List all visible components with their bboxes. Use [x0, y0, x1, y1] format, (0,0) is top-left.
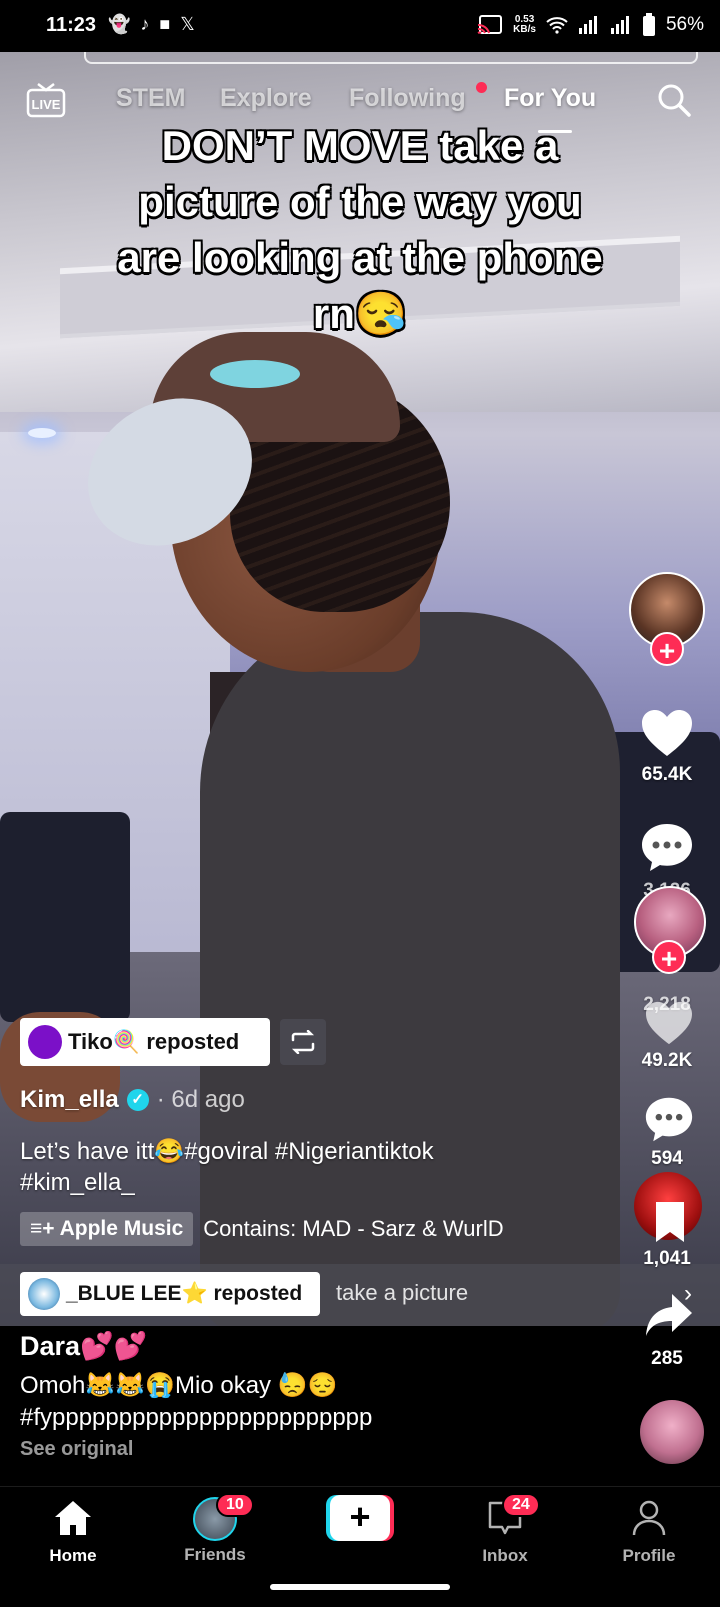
- like-button[interactable]: [640, 708, 694, 762]
- tab-following[interactable]: Following: [349, 84, 466, 113]
- nav-profile-label: Profile: [622, 1546, 676, 1565]
- author-handle[interactable]: Kim_ella: [20, 1086, 119, 1114]
- author-row: Kim_ella ✓ · 6d ago: [20, 1086, 245, 1114]
- status-time: 11:23: [46, 14, 97, 36]
- reposter-label: Tiko🍭 reposted: [68, 1029, 240, 1054]
- music-row[interactable]: ≡+ Apple Music Contains: MAD - Sarz & Wu…: [20, 1212, 504, 1246]
- nav-inbox[interactable]: Inbox 24: [450, 1493, 560, 1566]
- nav-friends[interactable]: Friends 10: [160, 1493, 270, 1565]
- status-bar: 11:23 👻 ♪ ■ 𝕏 0.53 KB/s 56%: [0, 0, 720, 52]
- chevron-right-icon[interactable]: ›: [684, 1280, 692, 1308]
- apple-music-pill[interactable]: ≡+ Apple Music: [20, 1212, 194, 1246]
- tab-for-you[interactable]: For You: [504, 84, 596, 113]
- follow-button[interactable]: +: [650, 632, 684, 666]
- cast-icon: [477, 15, 503, 34]
- battery-percent: 56%: [665, 14, 704, 35]
- next-video-avatar[interactable]: [640, 1400, 704, 1464]
- description-line-2: #kim_ella_: [20, 1169, 135, 1196]
- live-button[interactable]: LIVE: [26, 82, 66, 118]
- search-button[interactable]: [656, 82, 692, 118]
- battery-icon: [642, 13, 655, 36]
- save-button[interactable]: [652, 1200, 706, 1254]
- video-ceiling-light: [28, 428, 56, 438]
- next-reposter-avatar: [28, 1278, 60, 1310]
- heart-icon: [646, 1001, 692, 1045]
- reposter-avatar: [28, 1025, 62, 1059]
- tiktok-icon: ♪: [140, 14, 150, 34]
- signal-icon-2: [610, 16, 629, 34]
- like-count-next: 49.2K: [641, 1050, 693, 1071]
- like-count: 65.4K: [641, 764, 693, 785]
- bookmark-icon: [656, 1202, 684, 1242]
- snapchat-icon: 👻: [108, 14, 131, 34]
- like-button-next[interactable]: [644, 1000, 698, 1054]
- repost-button[interactable]: [280, 1019, 326, 1065]
- nav-friends-label: Friends: [184, 1545, 246, 1564]
- next-repost-badge[interactable]: _BLUE LEE⭐ reposted: [20, 1272, 320, 1316]
- video-overlay-caption: DON’T MOVE take a picture of the way you…: [60, 118, 660, 342]
- next-post-body-line-2: #fypppppppppppppppppppppppp: [20, 1404, 373, 1431]
- verified-icon: ✓: [126, 1089, 149, 1111]
- next-follow-button[interactable]: +: [652, 940, 686, 974]
- next-reposter-label: _BLUE LEE⭐ reposted: [66, 1282, 303, 1305]
- net-speed: 0.53 KB/s: [513, 15, 536, 35]
- overlay-line-3: are looking at the phone: [117, 234, 603, 281]
- post-description[interactable]: Let’s have itt😂#goviral #Nigeriantiktok …: [20, 1136, 620, 1198]
- save-count-next: 1,041: [643, 1248, 691, 1269]
- search-icon: [658, 84, 691, 117]
- next-post-caption[interactable]: Dara💕💕 Omoh😹😹😭Mio okay 😓😔 #fyppppppppppp…: [20, 1330, 620, 1461]
- playlist-add-icon: ≡+: [30, 1217, 55, 1240]
- plus-icon: +: [330, 1495, 390, 1541]
- comment-button-next[interactable]: [644, 1094, 698, 1148]
- nav-profile[interactable]: Profile: [594, 1499, 704, 1566]
- create-button[interactable]: +: [326, 1495, 394, 1541]
- active-tab-indicator: [538, 130, 572, 133]
- overlay-line-4: rn😪: [312, 290, 408, 337]
- overlay-line-1: DON’T MOVE take a: [161, 122, 559, 169]
- inbox-badge: 24: [502, 1493, 540, 1517]
- music-app-label: Apple Music: [59, 1217, 184, 1240]
- net-speed-unit: KB/s: [513, 24, 536, 35]
- following-new-dot: [476, 82, 487, 93]
- x-icon: 𝕏: [180, 14, 195, 34]
- profile-icon: [632, 1500, 666, 1536]
- next-post-body-line-1: Omoh😹😹😭Mio okay 😓😔: [20, 1372, 338, 1399]
- status-right: 0.53 KB/s 56%: [477, 13, 704, 37]
- home-icon: [55, 1501, 91, 1535]
- share-count: 285: [651, 1348, 683, 1369]
- wifi-icon: [546, 17, 568, 34]
- music-track: Contains: MAD - Sarz & WurlD: [203, 1216, 504, 1241]
- friends-badge: 10: [216, 1493, 254, 1517]
- video-cap-logo: [210, 360, 300, 388]
- pull-down-search-bar[interactable]: [84, 52, 698, 64]
- post-time: · 6d ago: [156, 1086, 245, 1113]
- video-couch-left: [0, 812, 130, 1022]
- nav-home-label: Home: [49, 1546, 97, 1565]
- comment-icon: [645, 1097, 693, 1142]
- notification-icons: 👻 ♪ ■ 𝕏: [108, 14, 195, 35]
- repost-badge[interactable]: Tiko🍭 reposted: [20, 1018, 270, 1066]
- tab-explore[interactable]: Explore: [220, 84, 312, 113]
- overlay-line-2: picture of the way you: [138, 178, 582, 225]
- comment-icon: [642, 824, 692, 871]
- description-line-1: Let’s have itt😂#goviral #Nigeriantiktok: [20, 1138, 434, 1165]
- heart-icon: [642, 710, 692, 756]
- tab-stem[interactable]: STEM: [116, 84, 185, 113]
- nav-inbox-label: Inbox: [482, 1546, 528, 1565]
- live-label: LIVE: [31, 97, 61, 112]
- comment-button[interactable]: [640, 820, 694, 874]
- comment-count-next: 594: [651, 1148, 683, 1169]
- nav-home[interactable]: Home: [18, 1499, 128, 1566]
- home-indicator: [270, 1584, 450, 1590]
- signal-icon: [578, 16, 597, 34]
- repost-icon: [291, 1030, 315, 1054]
- see-original-link[interactable]: See original: [20, 1438, 620, 1461]
- next-post-title: Dara💕💕: [20, 1331, 148, 1361]
- video-icon: ■: [159, 14, 171, 34]
- next-peek-text: take a picture: [336, 1280, 469, 1305]
